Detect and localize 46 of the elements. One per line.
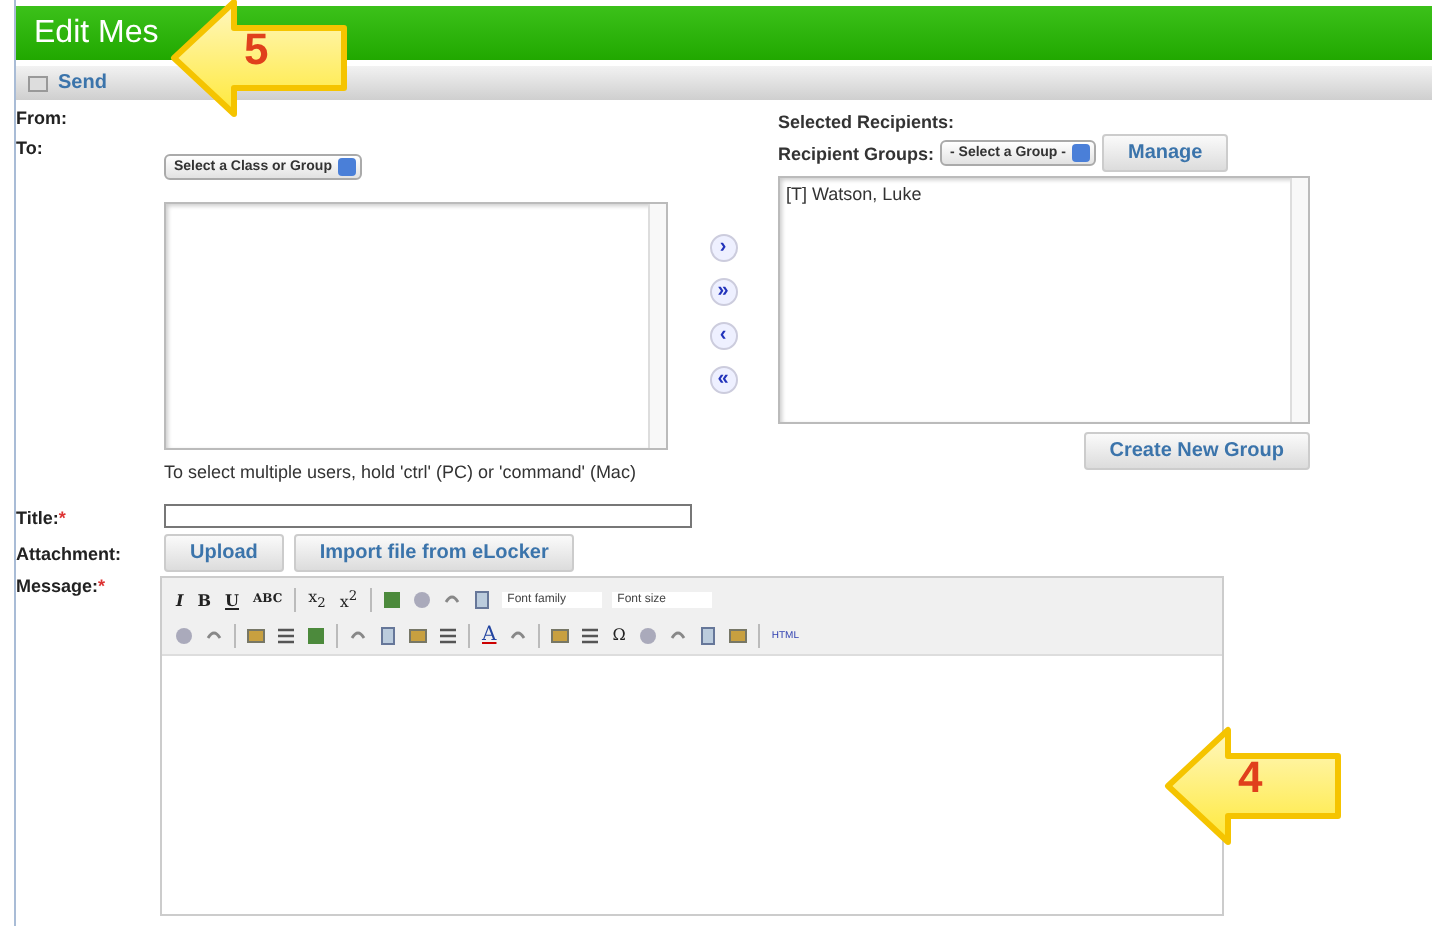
recipient-item[interactable]: [T] Watson, Luke	[780, 178, 1290, 210]
format-button[interactable]: I	[174, 589, 186, 609]
toolbar-icon[interactable]	[306, 625, 326, 645]
import-button[interactable]: Import file from eLocker	[293, 534, 575, 572]
message-label: Message:	[16, 576, 99, 596]
format-button[interactable]: Ω	[610, 626, 628, 644]
scrollbar[interactable]	[1290, 178, 1308, 422]
move-button[interactable]: «	[709, 366, 737, 394]
title-label: Title:	[16, 508, 59, 528]
toolbar-icon[interactable]	[471, 589, 492, 609]
toolbar-icon[interactable]	[381, 589, 402, 609]
manage-button[interactable]: Manage	[1101, 134, 1229, 172]
format-button[interactable]: U	[223, 589, 241, 609]
recipient-groups-label: Recipient Groups:	[778, 143, 935, 163]
toolbar-icon[interactable]	[697, 625, 718, 645]
move-button[interactable]: »	[709, 278, 737, 306]
toolbar-icon[interactable]	[580, 625, 601, 645]
attachment-label: Attachment:	[16, 543, 124, 563]
toolbar-icon[interactable]	[550, 625, 571, 645]
title-field[interactable]	[164, 504, 692, 528]
callout-number: 4	[1238, 752, 1263, 804]
create-group-button[interactable]: Create New Group	[1083, 432, 1310, 470]
toolbar-icon[interactable]	[276, 625, 296, 645]
user-list[interactable]	[164, 202, 668, 450]
from-label: From:	[16, 108, 69, 128]
recipient-list[interactable]: [T] Watson, Luke	[778, 176, 1310, 424]
move-button[interactable]: ‹	[709, 322, 737, 350]
document-icon	[28, 74, 48, 92]
format-button[interactable]: B	[195, 589, 214, 609]
toolbar-icon[interactable]	[246, 625, 266, 645]
move-button[interactable]: ›	[709, 234, 737, 262]
window-title: Edit Mes	[34, 15, 159, 51]
send-button[interactable]: Send	[58, 72, 107, 94]
scrollbar[interactable]	[648, 204, 666, 448]
toolbar-icon[interactable]	[438, 625, 458, 645]
format-button[interactable]: x$^{2}$	[337, 587, 360, 611]
format-button[interactable]: x$_{2}$	[306, 587, 328, 611]
required-mark: *	[98, 576, 106, 596]
upload-button[interactable]: Upload	[164, 534, 284, 572]
format-button[interactable]: A	[480, 624, 499, 646]
help-text: To select multiple users, hold 'ctrl' (PC) or 'command' (Mac)	[164, 462, 638, 482]
required-mark: *	[58, 508, 66, 528]
toolbar-icon[interactable]	[727, 625, 748, 645]
callout-number: 5	[244, 24, 269, 76]
to-label: To:	[16, 138, 43, 158]
selected-recipients-label: Selected Recipients:	[778, 112, 957, 132]
